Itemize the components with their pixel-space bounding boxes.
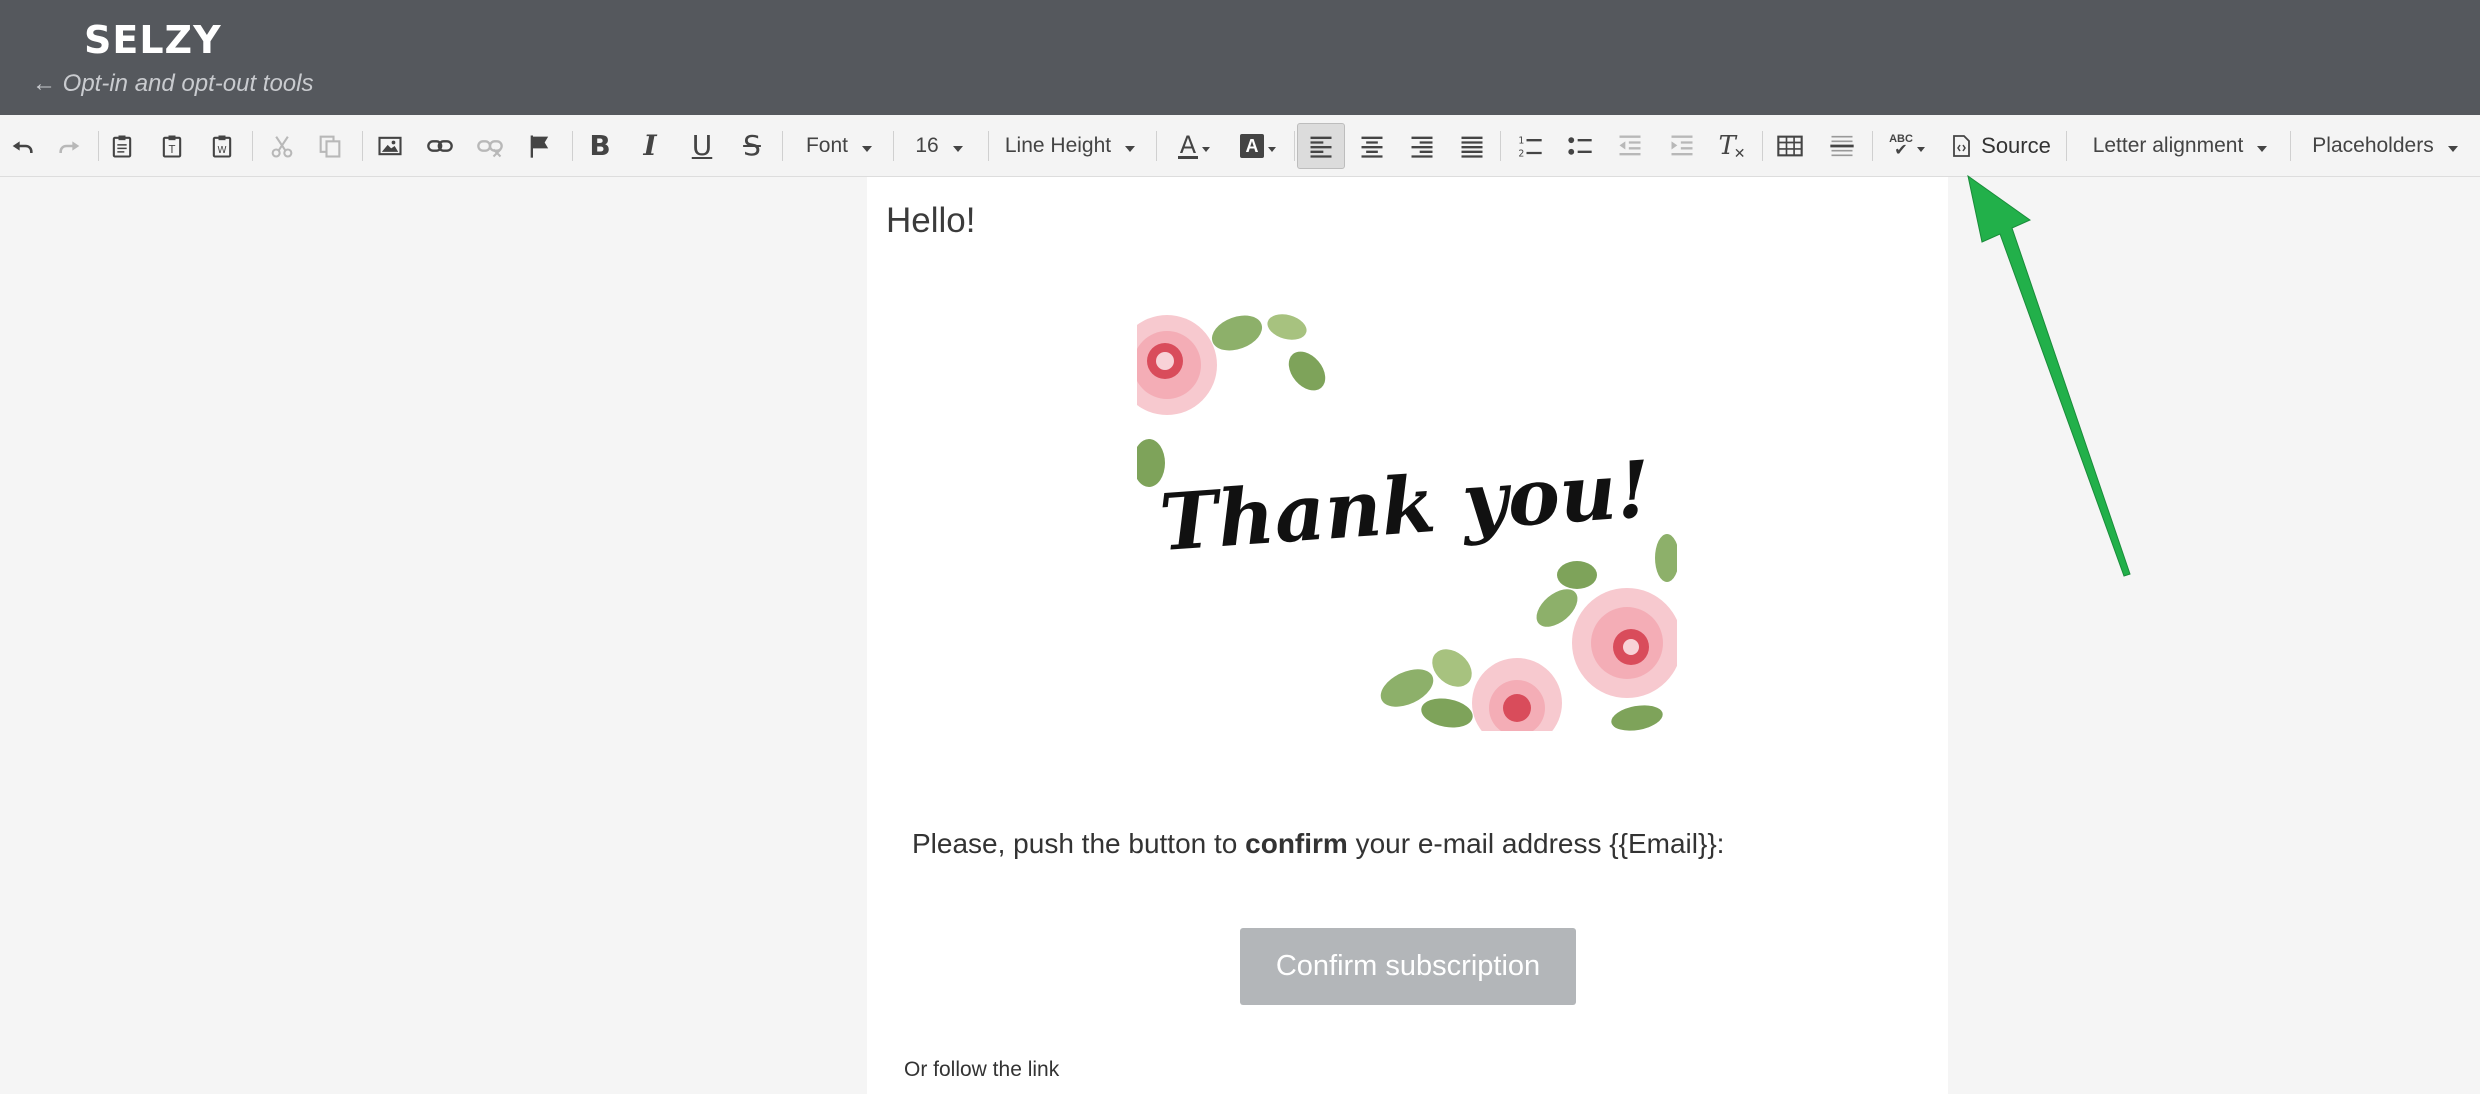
source-button[interactable]: Source: [1944, 123, 2056, 169]
confirm-instruction[interactable]: Please, push the button to confirm your …: [912, 828, 1724, 860]
chevron-down-icon: [1268, 146, 1276, 152]
chevron-down-icon: [1125, 146, 1136, 152]
align-center-icon[interactable]: [1350, 123, 1394, 169]
editor-toolbar: T W B I U S Font 16 Line Height A A 1 2 …: [0, 115, 2480, 177]
text-color-icon: A: [1178, 130, 1198, 159]
letter-alignment-dropdown[interactable]: Letter alignment: [2080, 123, 2280, 169]
thank-you-image[interactable]: Thank you!: [1117, 313, 1682, 748]
underline-icon[interactable]: U: [680, 123, 724, 169]
bulleted-list-icon[interactable]: [1558, 123, 1602, 169]
follow-link-text[interactable]: Or follow the link: [904, 1058, 1059, 1082]
chevron-down-icon: [952, 146, 963, 152]
spellcheck-button[interactable]: ABC ✔: [1878, 123, 1936, 169]
annotation-arrow: [1967, 174, 2131, 577]
horizontal-rule-icon[interactable]: [1820, 123, 1864, 169]
greeting-text[interactable]: Hello!: [886, 201, 975, 241]
remove-format-icon[interactable]: T ✕: [1710, 123, 1754, 169]
placeholders-dropdown[interactable]: Placeholders: [2300, 123, 2470, 169]
font-dropdown[interactable]: Font: [794, 123, 884, 169]
line-height-dropdown[interactable]: Line Height: [996, 123, 1144, 169]
strikethrough-icon[interactable]: S: [730, 123, 774, 169]
background-color-icon: A: [1240, 134, 1264, 158]
font-size-dropdown[interactable]: 16: [904, 123, 974, 169]
italic-icon[interactable]: I: [628, 123, 672, 169]
chevron-down-icon: [2257, 146, 2268, 152]
anchor-flag-icon[interactable]: [518, 123, 562, 169]
chevron-down-icon: [862, 146, 873, 152]
svg-text:2: 2: [1518, 149, 1524, 160]
chevron-down-icon: [1202, 146, 1210, 152]
image-icon[interactable]: [368, 123, 412, 169]
undo-icon[interactable]: [0, 123, 44, 169]
source-label: Source: [1981, 133, 2051, 158]
back-link-opt-tools[interactable]: ← Opt-in and opt-out tools: [32, 70, 313, 98]
font-size-label: 16: [915, 134, 939, 157]
text-color-button[interactable]: A: [1166, 123, 1222, 169]
paste-text-icon[interactable]: T: [150, 123, 194, 169]
chevron-down-icon: [1916, 146, 1925, 152]
table-icon[interactable]: [1768, 123, 1812, 169]
bold-icon[interactable]: B: [578, 123, 622, 169]
paste-word-icon[interactable]: W: [200, 123, 244, 169]
letter-canvas[interactable]: Hello! Thank you! Please, push the butto…: [867, 177, 1948, 1094]
placeholders-label: Placeholders: [2312, 134, 2434, 157]
font-dropdown-label: Font: [805, 134, 849, 157]
selzy-logo[interactable]: SELZY: [84, 18, 222, 62]
cut-icon[interactable]: [260, 123, 304, 169]
align-justify-icon[interactable]: [1450, 123, 1494, 169]
svg-text:W: W: [217, 145, 226, 156]
paste-icon[interactable]: [100, 123, 144, 169]
align-right-icon[interactable]: [1400, 123, 1444, 169]
svg-text:1: 1: [1518, 136, 1524, 147]
copy-icon[interactable]: [308, 123, 352, 169]
increase-indent-icon[interactable]: [1660, 123, 1704, 169]
line-height-label: Line Height: [1004, 134, 1112, 157]
redo-icon[interactable]: [48, 123, 92, 169]
svg-text:T: T: [168, 144, 176, 156]
spellcheck-icon: ABC ✔: [1889, 132, 1913, 159]
link-icon[interactable]: [418, 123, 462, 169]
background-color-button[interactable]: A: [1230, 123, 1286, 169]
numbered-list-icon[interactable]: 12: [1508, 123, 1552, 169]
align-left-icon[interactable]: [1297, 123, 1345, 169]
decrease-indent-icon[interactable]: [1608, 123, 1652, 169]
source-icon: [1953, 135, 1971, 157]
top-header: SELZY ← Opt-in and opt-out tools: [0, 0, 2480, 115]
letter-alignment-label: Letter alignment: [2092, 134, 2244, 157]
chevron-down-icon: [2447, 146, 2458, 152]
unlink-icon[interactable]: [468, 123, 512, 169]
confirm-subscription-button[interactable]: Confirm subscription: [1240, 928, 1576, 1005]
